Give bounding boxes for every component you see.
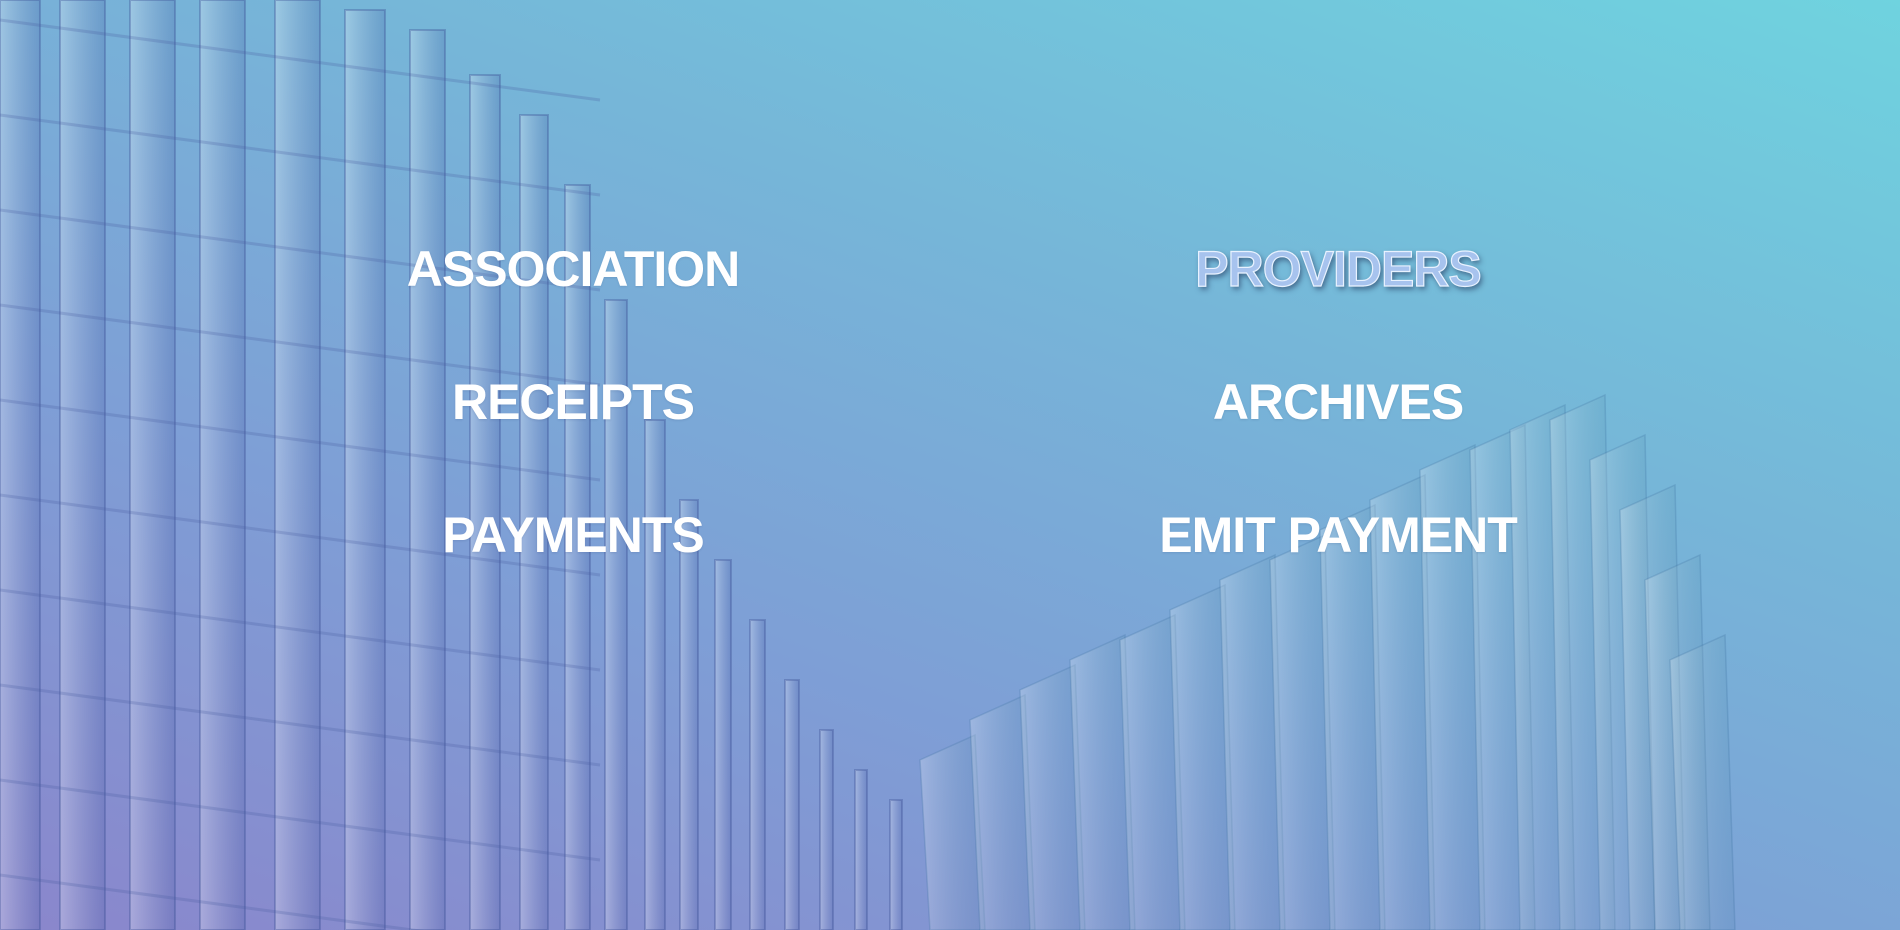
menu-item-providers[interactable]: PROVIDERS — [1195, 243, 1483, 294]
menu-item-receipts[interactable]: RECEIPTS — [452, 377, 695, 427]
menu-item-association[interactable]: ASSOCIATION — [407, 244, 741, 294]
menu-item-payments[interactable]: PAYMENTS — [442, 510, 705, 560]
main-menu: ASSOCIATION PROVIDERS RECEIPTS ARCHIVES … — [0, 0, 1900, 930]
menu-item-archives[interactable]: ARCHIVES — [1213, 377, 1464, 427]
menu-item-emit-payment[interactable]: EMIT PAYMENT — [1159, 510, 1517, 560]
